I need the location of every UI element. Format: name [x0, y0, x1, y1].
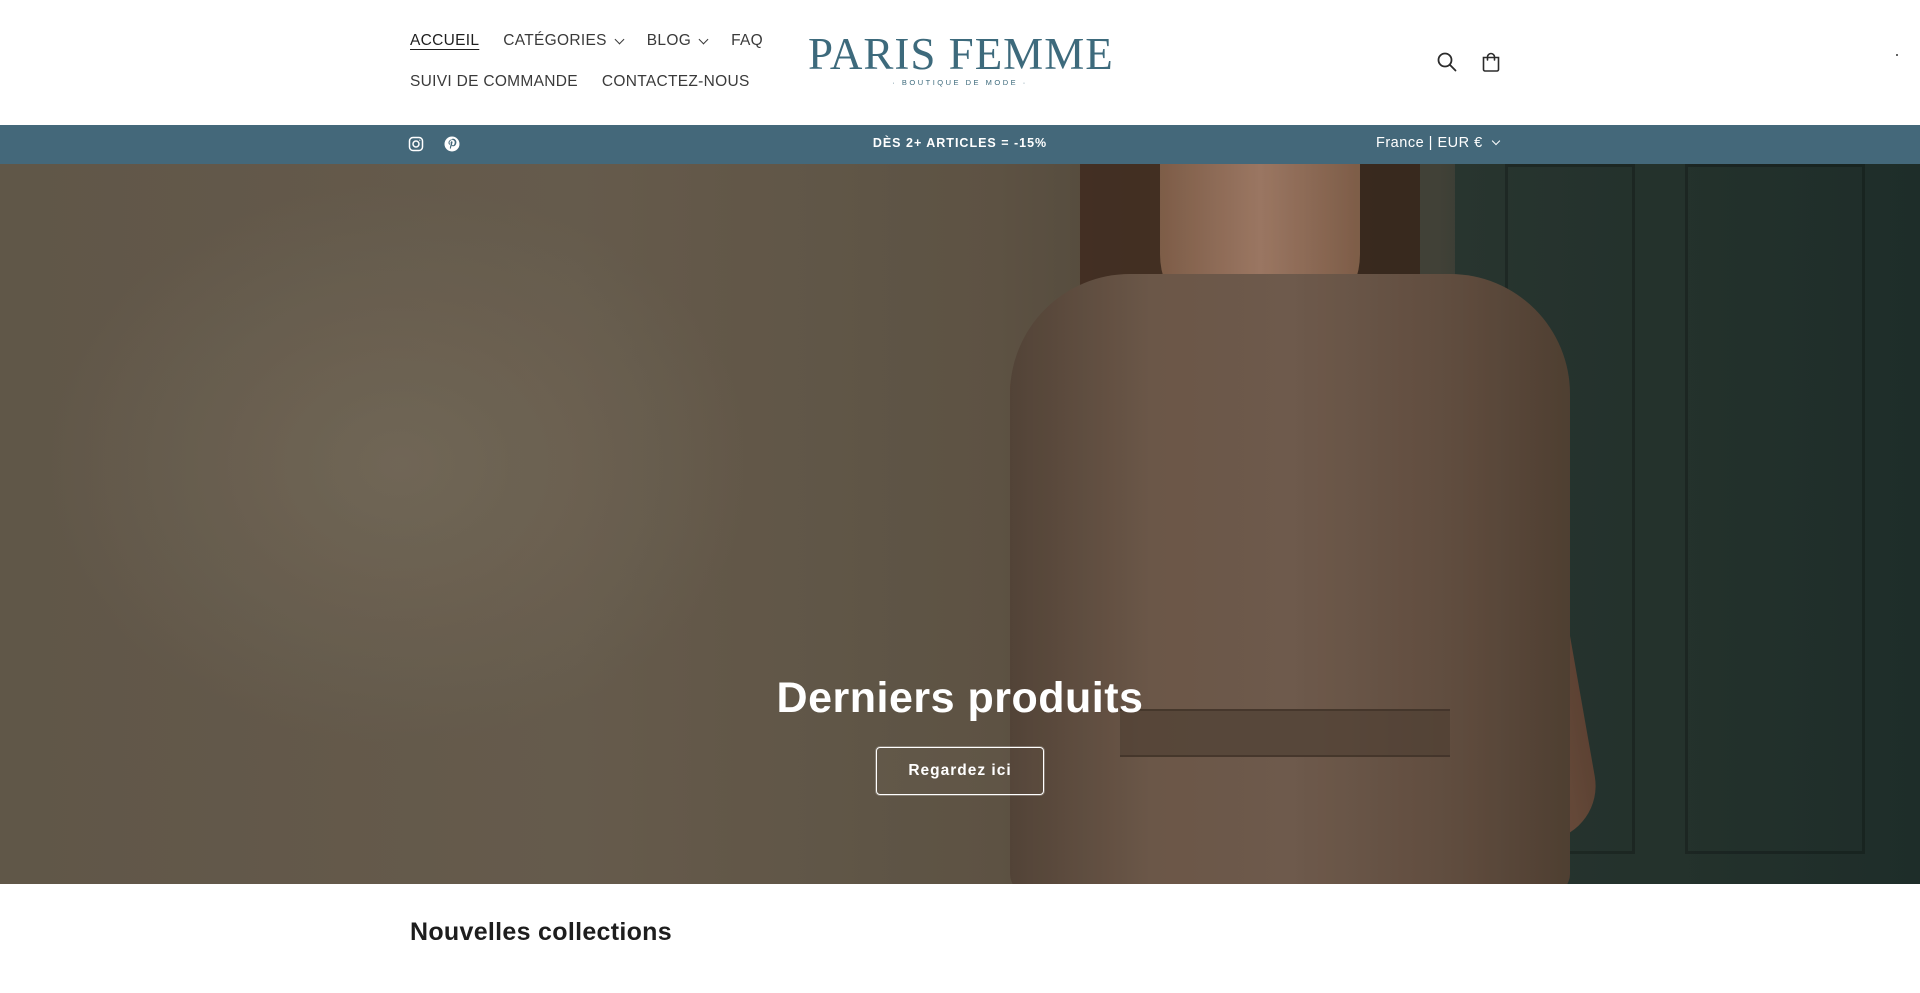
- announcement-text: DÈS 2+ ARTICLES = -15%: [872, 136, 1048, 150]
- decorative-dot: [1896, 54, 1898, 56]
- nav-item-blog[interactable]: BLOG: [646, 32, 709, 50]
- nav-item-suivi-de-commande[interactable]: SUIVI DE COMMANDE: [410, 73, 578, 91]
- chevron-down-icon: [698, 34, 709, 44]
- site-header: ACCUEIL CATÉGORIES BLOG FAQ SUIVI DE COM…: [0, 0, 1920, 125]
- nav-row-2: SUIVI DE COMMANDE CONTACTEZ-NOUS: [410, 63, 770, 101]
- hero-title: Derniers produits: [776, 674, 1144, 722]
- nav-item-label: CATÉGORIES: [503, 32, 607, 49]
- locale-selector[interactable]: France | EUR €: [1376, 135, 1500, 151]
- main-navigation: ACCUEIL CATÉGORIES BLOG FAQ SUIVI DE COM…: [410, 22, 770, 104]
- locale-label: France | EUR €: [1376, 135, 1483, 151]
- nav-item-contactez-nous[interactable]: CONTACTEZ-NOUS: [602, 73, 750, 91]
- logo-wordmark: PARIS FEMME: [808, 29, 1114, 79]
- hero-banner: Derniers produits Regardez ici: [0, 164, 1920, 884]
- search-icon: [1437, 52, 1457, 72]
- cart-button[interactable]: [1477, 48, 1505, 76]
- nav-item-accueil[interactable]: ACCUEIL: [410, 32, 479, 50]
- cart-icon: [1482, 52, 1500, 72]
- new-collections-title: Nouvelles collections: [410, 918, 672, 946]
- chevron-down-icon: [1491, 136, 1500, 146]
- nav-item-categories[interactable]: CATÉGORIES: [503, 32, 625, 50]
- search-button[interactable]: [1433, 48, 1461, 76]
- nav-item-faq[interactable]: FAQ: [731, 32, 763, 50]
- nav-item-label: CONTACTEZ-NOUS: [601, 73, 750, 90]
- announcement-bar: DÈS 2+ ARTICLES = -15% France | EUR €: [0, 125, 1920, 164]
- chevron-down-icon: [614, 34, 625, 44]
- nav-item-label: ACCUEIL: [410, 32, 480, 49]
- nav-item-label: SUIVI DE COMMANDE: [410, 73, 578, 90]
- nav-item-label: BLOG: [646, 32, 692, 49]
- nav-row-1: ACCUEIL CATÉGORIES BLOG FAQ: [410, 22, 770, 60]
- hero-cta-button[interactable]: Regardez ici: [876, 747, 1044, 795]
- site-logo[interactable]: PARIS FEMME · BOUTIQUE DE MODE ·: [808, 28, 1114, 92]
- nav-item-label: FAQ: [731, 32, 763, 49]
